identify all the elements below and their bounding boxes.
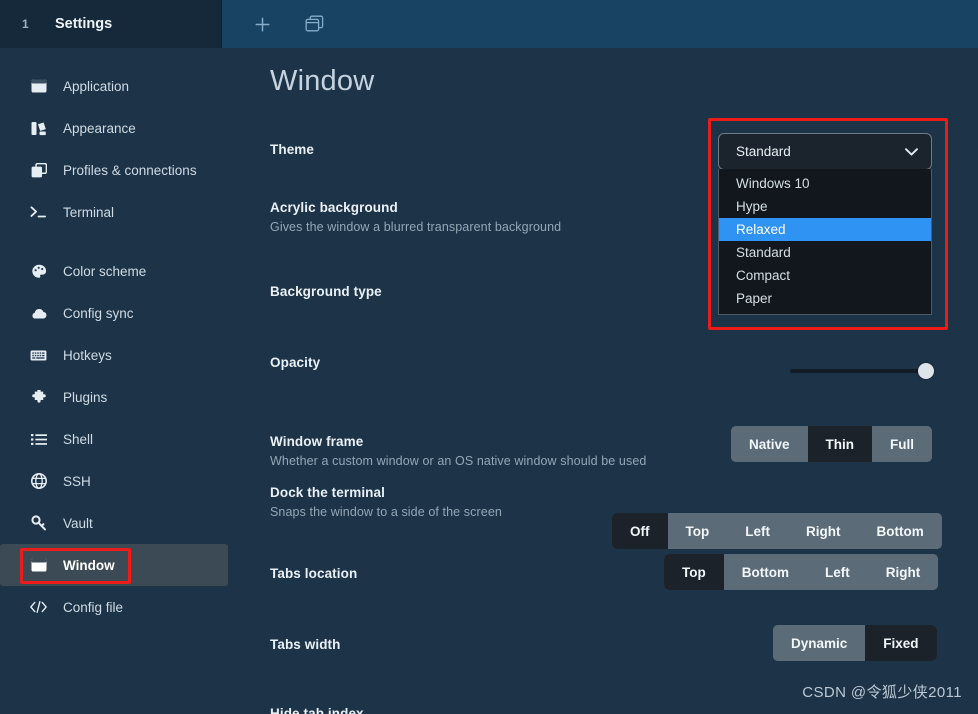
sidebar-item-label: SSH <box>63 473 91 489</box>
sidebar-item-label: Profiles & connections <box>63 162 197 178</box>
appearance-paint-icon <box>30 120 47 137</box>
tabs-location-option-bottom[interactable]: Bottom <box>723 554 807 590</box>
globe-icon <box>30 473 47 490</box>
theme-option[interactable]: Hype <box>719 195 931 218</box>
theme-option[interactable]: Windows 10 <box>719 172 931 195</box>
tabs-location-option-left[interactable]: Left <box>807 554 868 590</box>
sidebar-item-label: Application <box>63 78 130 94</box>
sidebar-group-divider <box>0 233 232 250</box>
tab-index-label: 1 <box>22 17 29 31</box>
setting-label: Dock the terminal <box>270 485 385 500</box>
titlebar: 1 Settings <box>0 0 978 48</box>
chevron-down-icon <box>905 145 918 158</box>
sidebar-item-profiles-connections[interactable]: Profiles & connections <box>0 149 232 191</box>
tabs-width-option-dynamic[interactable]: Dynamic <box>773 625 866 661</box>
tabbar-tools <box>222 0 978 48</box>
setting-row-hide-tab-index: Hide tab index <box>270 706 970 714</box>
keyboard-icon <box>30 347 47 364</box>
code-brackets-icon <box>30 599 47 616</box>
theme-select-options[interactable]: Windows 10 Hype Relaxed Standard Compact… <box>718 169 932 315</box>
terminal-prompt-icon <box>30 204 47 221</box>
dock-option-right[interactable]: Right <box>788 513 859 549</box>
theme-select-value: Standard <box>736 144 791 159</box>
theme-option[interactable]: Standard <box>719 241 931 264</box>
dock-option-top[interactable]: Top <box>667 513 728 549</box>
tab-settings[interactable]: 1 Settings <box>0 0 222 48</box>
sidebar-item-label: Appearance <box>63 120 136 136</box>
sidebar-item-terminal[interactable]: Terminal <box>0 191 232 233</box>
list-icon <box>30 431 47 448</box>
window-frame-option-thin[interactable]: Thin <box>807 426 873 462</box>
sidebar-item-window[interactable]: Window <box>0 544 228 586</box>
sidebar-item-label: Color scheme <box>63 263 147 279</box>
window-frame-option-full[interactable]: Full <box>872 426 933 462</box>
puzzle-icon <box>30 389 47 406</box>
opacity-slider[interactable] <box>790 361 934 381</box>
tabs-location-segmented: Top Bottom Left Right <box>664 554 939 590</box>
sidebar-item-appearance[interactable]: Appearance <box>0 107 232 149</box>
cloud-icon <box>30 305 47 322</box>
settings-window: 1 Settings Application Appearance Profil… <box>0 0 978 714</box>
window-split-icon[interactable] <box>305 15 324 33</box>
sidebar-item-application[interactable]: Application <box>0 65 232 107</box>
profiles-copy-icon <box>30 162 47 179</box>
sidebar-item-label: Plugins <box>63 389 108 405</box>
sidebar-item-label: Shell <box>63 431 94 447</box>
sidebar-item-ssh[interactable]: SSH <box>0 460 232 502</box>
dock-option-bottom[interactable]: Bottom <box>858 513 942 549</box>
tabs-location-option-top[interactable]: Top <box>664 554 724 590</box>
watermark: CSDN @令狐少侠2011 <box>802 684 962 701</box>
sidebar: Application Appearance Profiles & connec… <box>0 48 232 714</box>
window-icon <box>30 557 47 574</box>
theme-select[interactable]: Standard <box>718 133 932 170</box>
sidebar-item-hotkeys[interactable]: Hotkeys <box>0 334 232 376</box>
tab-title-label: Settings <box>54 16 113 32</box>
sidebar-item-color-scheme[interactable]: Color scheme <box>0 250 232 292</box>
sidebar-item-label: Terminal <box>63 204 115 220</box>
dock-option-off[interactable]: Off <box>612 513 668 549</box>
sidebar-item-config-sync[interactable]: Config sync <box>0 292 232 334</box>
plus-icon[interactable] <box>254 16 271 33</box>
theme-option-highlighted[interactable]: Relaxed <box>719 218 931 241</box>
sidebar-item-label: Vault <box>63 515 93 531</box>
tabs-width-option-fixed[interactable]: Fixed <box>865 625 937 661</box>
dock-terminal-segmented: Off Top Left Right Bottom <box>612 513 942 549</box>
window-frame-segmented: Native Thin Full <box>731 426 933 462</box>
window-frame-option-native[interactable]: Native <box>731 426 808 462</box>
theme-option[interactable]: Compact <box>719 264 931 287</box>
slider-thumb[interactable] <box>918 363 934 379</box>
page-title: Window <box>270 65 375 97</box>
sidebar-item-config-file[interactable]: Config file <box>0 586 232 628</box>
tabs-location-option-right[interactable]: Right <box>867 554 939 590</box>
sidebar-item-label: Config sync <box>63 305 134 321</box>
dock-option-left[interactable]: Left <box>727 513 788 549</box>
palette-icon <box>30 263 47 280</box>
slider-track <box>790 369 934 373</box>
theme-option[interactable]: Paper <box>719 287 931 310</box>
theme-select-wrapper: Standard Windows 10 Hype Relaxed Standar… <box>718 133 932 315</box>
sidebar-item-shell[interactable]: Shell <box>0 418 232 460</box>
sidebar-item-label: Hotkeys <box>63 347 112 363</box>
sidebar-item-label: Config file <box>63 599 124 615</box>
application-window-icon <box>30 78 47 95</box>
tabs-width-segmented: Dynamic Fixed <box>773 625 937 661</box>
sidebar-item-label: Window <box>63 557 115 573</box>
sidebar-item-vault[interactable]: Vault <box>0 502 232 544</box>
settings-content: Window Theme Acrylic background Gives th… <box>232 48 978 714</box>
sidebar-item-plugins[interactable]: Plugins <box>0 376 232 418</box>
setting-label: Hide tab index <box>270 706 364 714</box>
key-icon <box>30 515 47 532</box>
